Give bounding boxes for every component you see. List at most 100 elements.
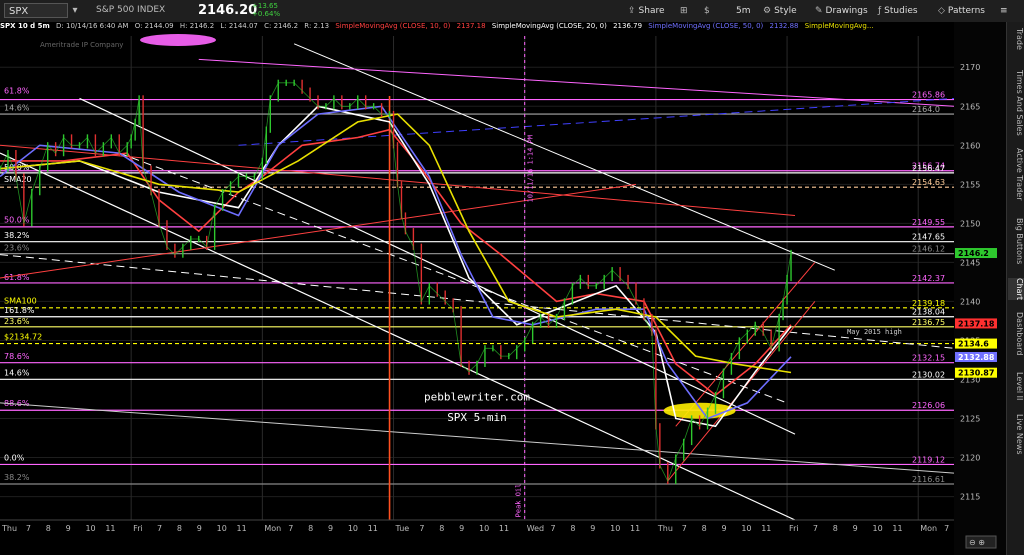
sidebar-tab-trade[interactable]: Trade <box>1008 28 1024 50</box>
y-tick-label: 2160 <box>960 141 980 150</box>
sidebar-tab-level-ii[interactable]: Level II <box>1008 372 1024 400</box>
symbol-description: S&P 500 INDEX <box>96 5 166 15</box>
x-tick-label: 8 <box>570 524 575 533</box>
symbol-input[interactable]: SPX <box>4 3 68 18</box>
fib-level-label: 2147.65 <box>912 233 945 242</box>
chart-annotation: May 2015 high <box>847 328 902 336</box>
fib-left-label: 38.2% <box>4 231 30 240</box>
fib-left-label: 14.6% <box>4 104 30 113</box>
y-tick-label: 2170 <box>960 63 980 72</box>
sidebar-tab-dashboard[interactable]: Dashboard <box>1008 312 1024 355</box>
x-tick-label: 7 <box>26 524 31 533</box>
fib-left-label: SMA100 <box>4 297 37 306</box>
sma20-label[interactable]: SimpleMovingAvg (CLOSE, 20, 0) <box>492 22 607 30</box>
sma50-value: 2132.88 <box>769 22 799 30</box>
x-tick-label: Mon <box>264 524 281 533</box>
style-label: Style <box>774 6 797 16</box>
fib-left-label: 23.6% <box>4 317 30 326</box>
x-tick-label: 11 <box>368 524 378 533</box>
x-tick-label: 10 <box>85 524 95 533</box>
bar-high: H: 2146.2 <box>179 22 215 30</box>
fib-left-label: $2134.72 <box>4 332 42 341</box>
fib-level-label: 2138.04 <box>912 308 945 317</box>
chart-annotation: Peak Oil <box>515 484 523 518</box>
fib-level-label: 2132.15 <box>912 354 945 363</box>
fib-left-label: 0.0% <box>4 453 25 462</box>
fib-level-label: 2156.47 <box>912 164 945 173</box>
x-tick-label: 9 <box>328 524 333 533</box>
flexible-grid-button[interactable]: ⊞ <box>680 4 691 18</box>
x-tick-label: 10 <box>348 524 358 533</box>
drawings-icon: ✎ <box>815 6 823 16</box>
x-tick-label: 11 <box>499 524 509 533</box>
drawings-label: Drawings <box>825 6 868 16</box>
x-tick-label: 8 <box>308 524 313 533</box>
sma10-label[interactable]: SimpleMovingAvg (CLOSE, 10, 0) <box>335 22 450 30</box>
x-tick-label: 7 <box>551 524 556 533</box>
x-tick-label: 8 <box>46 524 51 533</box>
x-tick-label: Fri <box>133 524 143 533</box>
fib-level-label: 2116.61 <box>912 475 945 484</box>
x-tick-label: 9 <box>721 524 726 533</box>
y-tick-label: 2140 <box>960 297 980 306</box>
chart-annotation: 10/11/16 1:14 PM <box>527 135 535 202</box>
sidebar-tab-live-news[interactable]: Live News <box>1008 414 1024 455</box>
sma50-label[interactable]: SimpleMovingAvg (CLOSE, 50, 0) <box>648 22 763 30</box>
style-button[interactable]: ⚙ Style <box>763 4 797 18</box>
studies-icon: ƒ <box>878 6 882 16</box>
patterns-button[interactable]: ◇ Patterns <box>938 4 985 18</box>
menu-icon[interactable]: ≡ <box>1000 4 1008 18</box>
x-tick-label: 10 <box>741 524 751 533</box>
sidebar-tab-chart[interactable]: Chart <box>1008 278 1024 300</box>
price-badge-label: 2132.88 <box>958 353 995 362</box>
side-panel: Trade Times And Sales Active Trader Big … <box>1006 22 1024 555</box>
drawings-button[interactable]: ✎ Drawings <box>815 4 868 18</box>
zoom-icon: ⊖ ⊕ <box>969 538 985 547</box>
bar-open: O: 2144.09 <box>134 22 174 30</box>
chart-annotation: pebblewriter.com <box>424 391 530 404</box>
x-tick-label: 9 <box>197 524 202 533</box>
studies-label: Studies <box>884 6 918 16</box>
x-tick-label: 7 <box>813 524 818 533</box>
y-tick-label: 2150 <box>960 219 980 228</box>
fib-level-label: 2119.12 <box>912 455 945 464</box>
fib-level-label: 2139.18 <box>912 299 945 308</box>
price-chart[interactable]: 2165.862164.02156.742156.472154.632149.5… <box>0 22 1006 555</box>
x-tick-label: 8 <box>702 524 707 533</box>
fib-level-label: 2146.12 <box>912 245 945 254</box>
sma100-label[interactable]: SimpleMovingAvg... <box>805 22 874 30</box>
sidebar-tab-times-and-sales[interactable]: Times And Sales <box>1008 70 1024 136</box>
x-tick-label: Wed <box>527 524 544 533</box>
x-tick-label: 11 <box>105 524 115 533</box>
fib-level-label: 2154.63 <box>912 178 945 187</box>
sma20-value: 2136.79 <box>613 22 643 30</box>
bar-date: D: 10/14/16 6:40 AM <box>56 22 129 30</box>
sidebar-tab-active-trader[interactable]: Active Trader <box>1008 148 1024 200</box>
y-tick-label: 2115 <box>960 493 980 502</box>
x-tick-label: 8 <box>833 524 838 533</box>
x-tick-label: 11 <box>237 524 247 533</box>
price-type-button[interactable]: $ <box>704 4 713 18</box>
studies-button[interactable]: ƒ Studies <box>878 4 918 18</box>
study-bar: SPX 10 d 5m D: 10/14/16 6:40 AM O: 2144.… <box>0 22 960 35</box>
sma10-value: 2137.18 <box>456 22 486 30</box>
last-price: 2146.20 <box>198 3 258 18</box>
timeframe-button[interactable]: 5m <box>736 4 751 18</box>
fib-level-label: 2164.0 <box>912 105 940 114</box>
change-percent: +0.64% <box>252 10 281 18</box>
y-tick-label: 2155 <box>960 180 980 189</box>
sidebar-tab-big-buttons[interactable]: Big Buttons <box>1008 218 1024 264</box>
price-badge-label: 2130.87 <box>958 369 994 378</box>
fib-left-label: 61.8% <box>4 87 30 96</box>
bar-close: C: 2146.2 <box>264 22 299 30</box>
x-tick-label: Thu <box>1 524 17 533</box>
x-tick-label: 9 <box>459 524 464 533</box>
price-icon: $ <box>704 6 710 16</box>
share-button[interactable]: ⇪ Share <box>628 4 665 18</box>
fib-level-label: 2126.06 <box>912 401 945 410</box>
fib-level-label: 2130.02 <box>912 370 945 379</box>
search-icon[interactable]: ▾ <box>68 3 82 18</box>
patterns-label: Patterns <box>947 6 985 16</box>
x-tick-label: Tue <box>395 524 410 533</box>
y-tick-label: 2165 <box>960 102 980 111</box>
